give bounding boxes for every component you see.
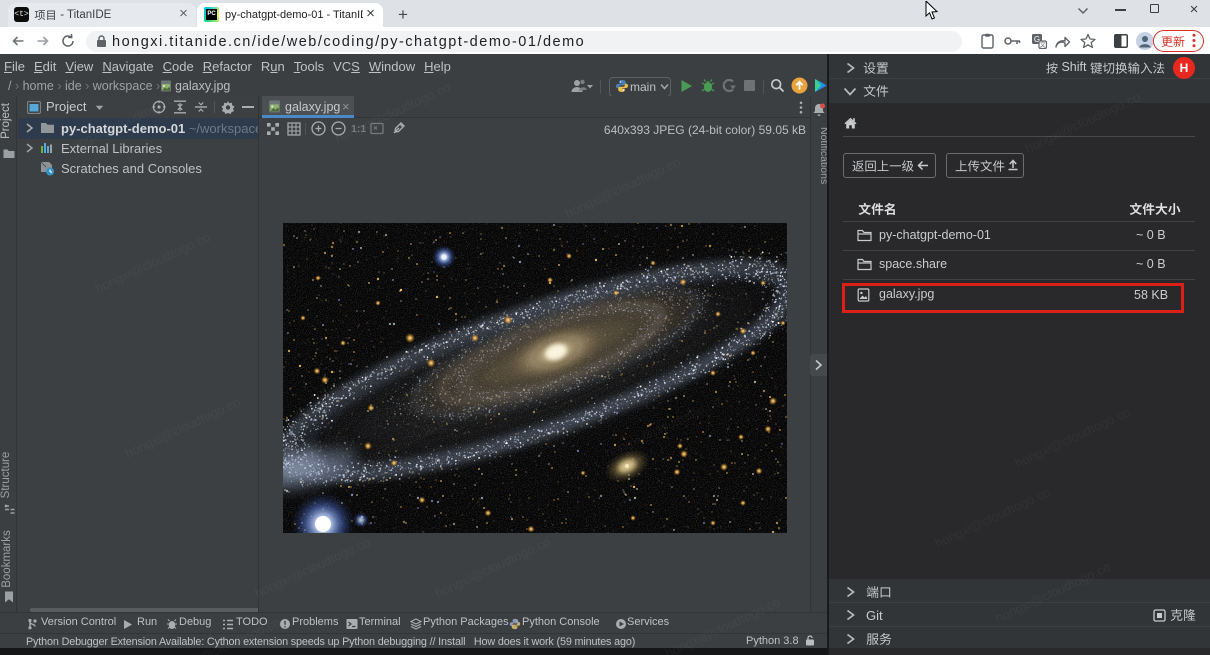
svg-text:文: 文 — [1040, 41, 1046, 49]
